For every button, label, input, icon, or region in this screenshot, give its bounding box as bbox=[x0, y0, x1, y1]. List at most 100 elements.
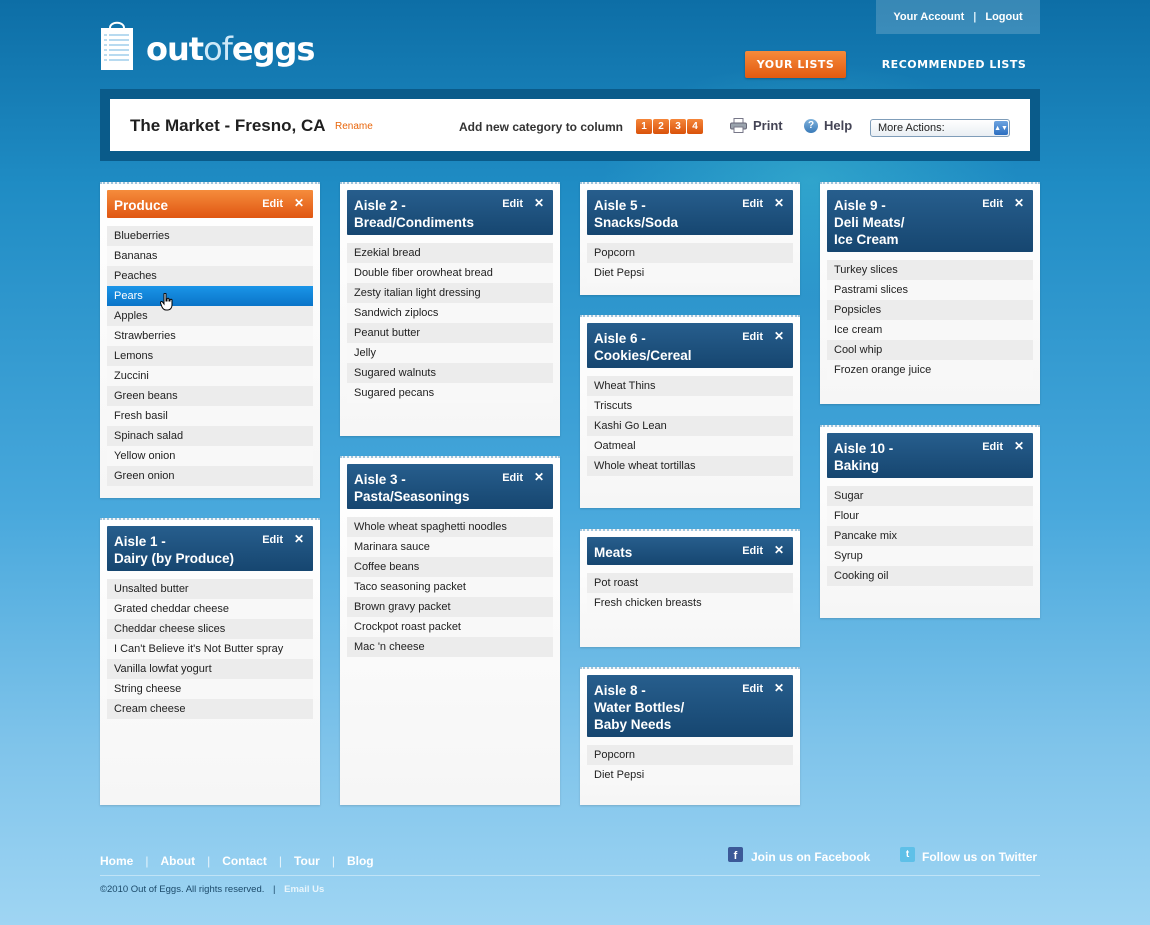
list-item[interactable]: Whole wheat spaghetti noodles bbox=[347, 517, 553, 537]
logo[interactable]: outofeggs bbox=[100, 20, 315, 70]
close-icon[interactable]: ✕ bbox=[1014, 440, 1024, 452]
list-item[interactable]: Grated cheddar cheese bbox=[107, 599, 313, 619]
list-item[interactable]: Turkey slices bbox=[827, 260, 1033, 280]
list-item[interactable]: Diet Pepsi bbox=[587, 263, 793, 283]
footer-link-about[interactable]: About bbox=[160, 854, 195, 868]
list-item[interactable]: Apples bbox=[107, 306, 313, 326]
list-item[interactable]: Blueberries bbox=[107, 226, 313, 246]
footer-link-tour[interactable]: Tour bbox=[294, 854, 320, 868]
list-item[interactable]: Fresh basil bbox=[107, 406, 313, 426]
list-item[interactable]: Sugar bbox=[827, 486, 1033, 506]
list-item[interactable]: Diet Pepsi bbox=[587, 765, 793, 785]
add-to-column-3-button[interactable]: 3 bbox=[670, 119, 686, 134]
list-item[interactable]: Coffee beans bbox=[347, 557, 553, 577]
category-header[interactable]: Aisle 1 - Dairy (by Produce) Edit ✕ bbox=[107, 526, 313, 571]
list-item[interactable]: Brown gravy packet bbox=[347, 597, 553, 617]
rename-link[interactable]: Rename bbox=[335, 121, 373, 132]
list-item[interactable]: Mac 'n cheese bbox=[347, 637, 553, 657]
list-item[interactable]: Popcorn bbox=[587, 243, 793, 263]
list-item[interactable]: Cool whip bbox=[827, 340, 1033, 360]
add-to-column-4-button[interactable]: 4 bbox=[687, 119, 703, 134]
list-item[interactable]: Triscuts bbox=[587, 396, 793, 416]
close-icon[interactable]: ✕ bbox=[294, 533, 304, 545]
edit-category-button[interactable]: Edit bbox=[982, 198, 1003, 210]
help-button[interactable]: ? Help bbox=[804, 118, 852, 133]
close-icon[interactable]: ✕ bbox=[534, 471, 544, 483]
edit-category-button[interactable]: Edit bbox=[502, 472, 523, 484]
edit-category-button[interactable]: Edit bbox=[502, 198, 523, 210]
list-item[interactable]: Oatmeal bbox=[587, 436, 793, 456]
list-item[interactable]: Sandwich ziplocs bbox=[347, 303, 553, 323]
list-item[interactable]: Cream cheese bbox=[107, 699, 313, 719]
list-item[interactable]: Sugared walnuts bbox=[347, 363, 553, 383]
list-item[interactable]: Vanilla lowfat yogurt bbox=[107, 659, 313, 679]
list-item[interactable]: Flour bbox=[827, 506, 1033, 526]
list-item[interactable]: Cheddar cheese slices bbox=[107, 619, 313, 639]
add-to-column-1-button[interactable]: 1 bbox=[636, 119, 652, 134]
list-item[interactable]: Ezekial bread bbox=[347, 243, 553, 263]
nav-your-lists[interactable]: YOUR LISTS bbox=[745, 51, 846, 78]
edit-category-button[interactable]: Edit bbox=[742, 545, 763, 557]
list-item[interactable]: Jelly bbox=[347, 343, 553, 363]
list-item[interactable]: Cooking oil bbox=[827, 566, 1033, 586]
list-item[interactable]: Zuccini bbox=[107, 366, 313, 386]
footer-link-home[interactable]: Home bbox=[100, 854, 133, 868]
category-header[interactable]: Aisle 2 - Bread/Condiments Edit ✕ bbox=[347, 190, 553, 235]
list-item[interactable]: Whole wheat tortillas bbox=[587, 456, 793, 476]
add-to-column-2-button[interactable]: 2 bbox=[653, 119, 669, 134]
category-header[interactable]: Aisle 8 - Water Bottles/ Baby Needs Edit ✕ bbox=[587, 675, 793, 737]
list-item[interactable]: Bananas bbox=[107, 246, 313, 266]
close-icon[interactable]: ✕ bbox=[294, 197, 304, 209]
your-account-link[interactable]: Your Account bbox=[893, 11, 964, 23]
list-item[interactable]: Frozen orange juice bbox=[827, 360, 1033, 380]
list-item[interactable]: Zesty italian light dressing bbox=[347, 283, 553, 303]
list-item[interactable]: Sugared pecans bbox=[347, 383, 553, 403]
list-item[interactable]: Popsicles bbox=[827, 300, 1033, 320]
edit-category-button[interactable]: Edit bbox=[262, 198, 283, 210]
list-item[interactable]: Ice cream bbox=[827, 320, 1033, 340]
email-us-link[interactable]: Email Us bbox=[284, 884, 324, 895]
list-item[interactable]: String cheese bbox=[107, 679, 313, 699]
close-icon[interactable]: ✕ bbox=[774, 197, 784, 209]
category-header[interactable]: Aisle 10 - Baking Edit ✕ bbox=[827, 433, 1033, 478]
list-item[interactable]: Fresh chicken breasts bbox=[587, 593, 793, 613]
list-item[interactable]: I Can't Believe it's Not Butter spray bbox=[107, 639, 313, 659]
list-item[interactable]: Green onion bbox=[107, 466, 313, 486]
list-item[interactable]: Peaches bbox=[107, 266, 313, 286]
edit-category-button[interactable]: Edit bbox=[982, 441, 1003, 453]
nav-recommended-lists[interactable]: RECOMMENDED LISTS bbox=[868, 51, 1040, 78]
edit-category-button[interactable]: Edit bbox=[742, 331, 763, 343]
list-item[interactable]: Strawberries bbox=[107, 326, 313, 346]
list-item[interactable]: Kashi Go Lean bbox=[587, 416, 793, 436]
list-item[interactable]: Pot roast bbox=[587, 573, 793, 593]
category-header[interactable]: Aisle 6 - Cookies/Cereal Edit ✕ bbox=[587, 323, 793, 368]
close-icon[interactable]: ✕ bbox=[774, 544, 784, 556]
more-actions-select[interactable]: More Actions: ▲▼ bbox=[870, 119, 1010, 137]
edit-category-button[interactable]: Edit bbox=[262, 534, 283, 546]
list-item[interactable]: Pancake mix bbox=[827, 526, 1033, 546]
list-item[interactable]: Wheat Thins bbox=[587, 376, 793, 396]
category-header[interactable]: Aisle 5 - Snacks/Soda Edit ✕ bbox=[587, 190, 793, 235]
list-item[interactable]: Lemons bbox=[107, 346, 313, 366]
list-item[interactable]: Pastrami slices bbox=[827, 280, 1033, 300]
twitter-link[interactable]: t Follow us on Twitter bbox=[900, 846, 1037, 864]
facebook-link[interactable]: f Join us on Facebook bbox=[728, 846, 870, 864]
list-item[interactable]: Syrup bbox=[827, 546, 1033, 566]
list-item[interactable]: Yellow onion bbox=[107, 446, 313, 466]
list-item[interactable]: Peanut butter bbox=[347, 323, 553, 343]
footer-link-contact[interactable]: Contact bbox=[222, 854, 267, 868]
list-item[interactable]: Marinara sauce bbox=[347, 537, 553, 557]
edit-category-button[interactable]: Edit bbox=[742, 198, 763, 210]
list-item-selected[interactable]: Pears bbox=[107, 286, 313, 306]
logout-link[interactable]: Logout bbox=[985, 11, 1022, 23]
category-header[interactable]: Aisle 3 - Pasta/Seasonings Edit ✕ bbox=[347, 464, 553, 509]
footer-link-blog[interactable]: Blog bbox=[347, 854, 374, 868]
close-icon[interactable]: ✕ bbox=[1014, 197, 1024, 209]
category-header[interactable]: Meats Edit ✕ bbox=[587, 537, 793, 565]
print-button[interactable]: Print bbox=[730, 118, 783, 133]
list-item[interactable]: Spinach salad bbox=[107, 426, 313, 446]
close-icon[interactable]: ✕ bbox=[774, 682, 784, 694]
close-icon[interactable]: ✕ bbox=[774, 330, 784, 342]
list-item[interactable]: Double fiber orowheat bread bbox=[347, 263, 553, 283]
list-item[interactable]: Crockpot roast packet bbox=[347, 617, 553, 637]
